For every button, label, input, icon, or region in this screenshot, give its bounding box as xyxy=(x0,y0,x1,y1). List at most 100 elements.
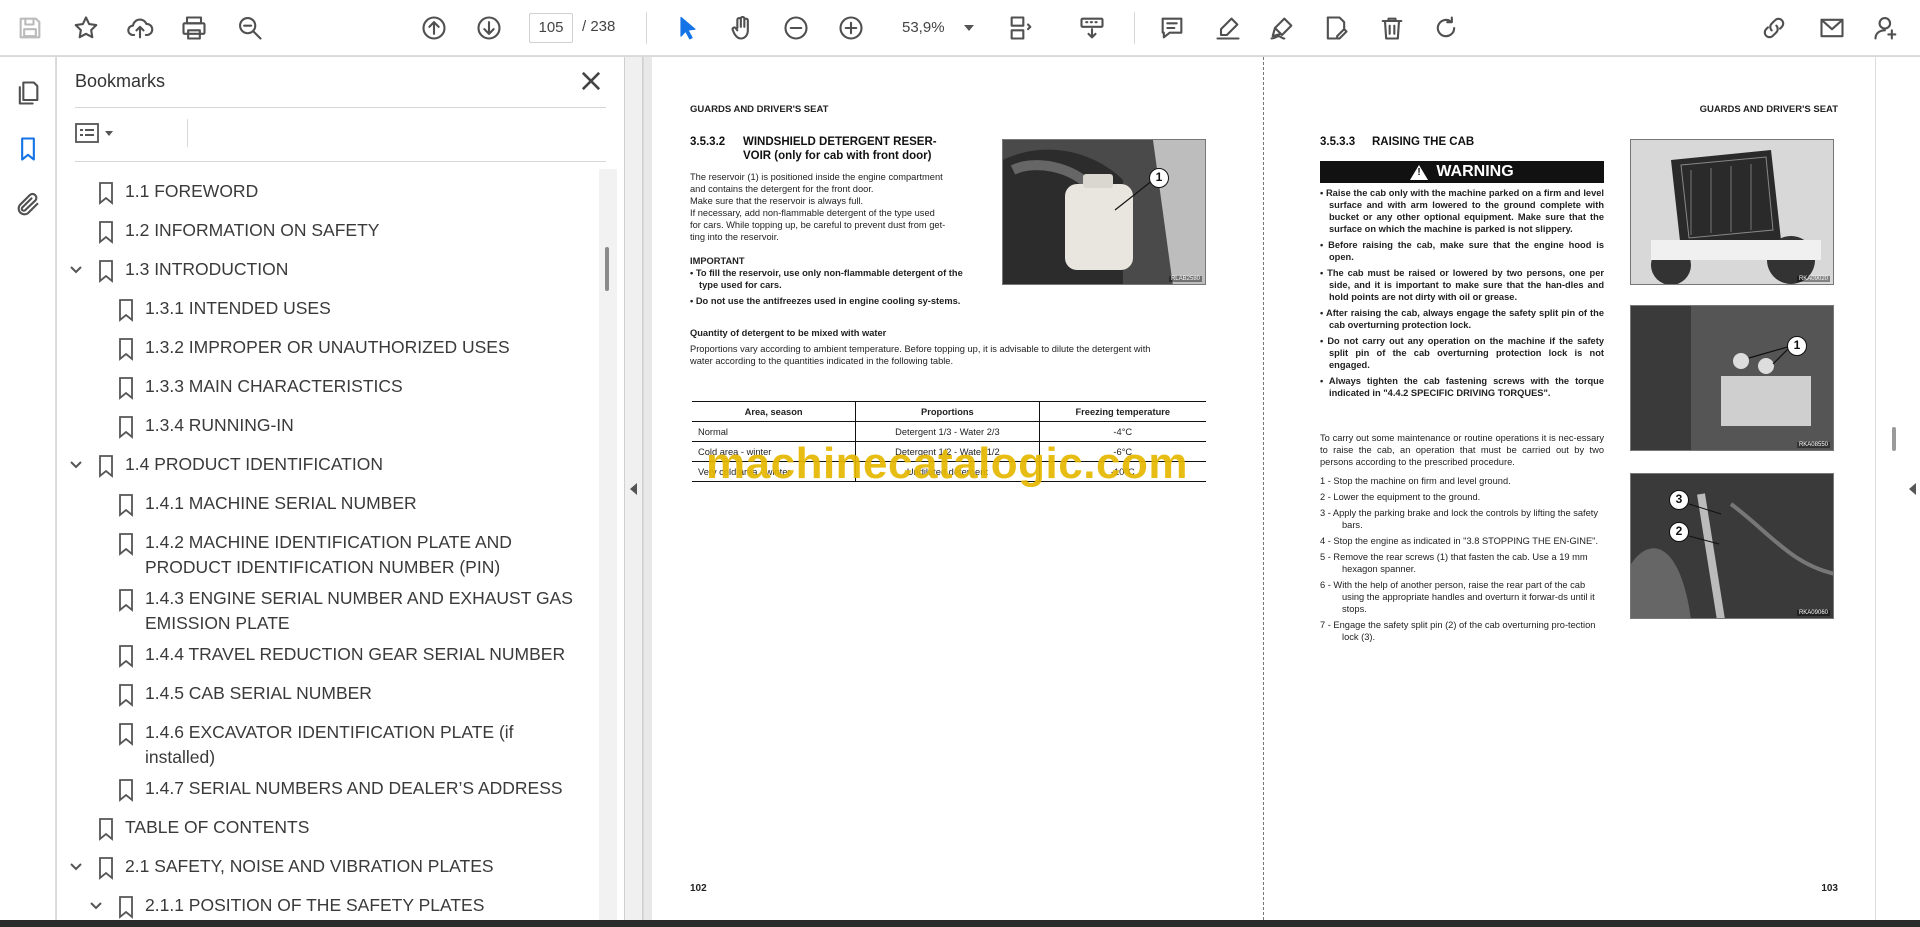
bookmark-item[interactable]: 1.3.4 RUNNING-IN xyxy=(57,413,597,443)
warning-bullet: • Always tighten the cab fastening screw… xyxy=(1320,375,1604,399)
bookmark-item[interactable]: TABLE OF CONTENTS xyxy=(57,815,597,845)
bookmark-label: 1.3.4 RUNNING-IN xyxy=(145,415,294,435)
star-icon[interactable] xyxy=(68,10,104,46)
section-title: RAISING THE CAB xyxy=(1372,136,1475,148)
quantity-paragraph: Proportions vary according to ambient te… xyxy=(690,343,1230,367)
panel-splitter[interactable] xyxy=(625,57,643,920)
procedure-step: 6 - With the help of another person, rai… xyxy=(1320,580,1595,614)
bookmark-item[interactable]: 1.4.2 MACHINE IDENTIFICATION PLATE AND P… xyxy=(57,530,597,586)
bookmark-label: 1.4.5 CAB SERIAL NUMBER xyxy=(145,683,372,703)
bookmark-item[interactable]: 1.4.6 EXCAVATOR IDENTIFICATION PLATE (if… xyxy=(57,720,597,776)
zoom-level-value: 53,9% xyxy=(902,19,945,36)
bookmark-item[interactable]: 1.4 PRODUCT IDENTIFICATION xyxy=(57,452,597,482)
navigation-rail xyxy=(0,57,56,920)
highlight-pen-icon[interactable] xyxy=(1210,10,1246,46)
print-icon[interactable] xyxy=(176,10,212,46)
bookmark-scrollbar[interactable] xyxy=(599,169,617,920)
bookmark-item[interactable]: 1.3 INTRODUCTION xyxy=(57,257,597,287)
bookmark-options-button[interactable] xyxy=(75,117,123,149)
select-cursor-icon[interactable] xyxy=(670,10,706,46)
warning-text: After raising the cab, always engage the… xyxy=(1325,308,1605,330)
bookmarks-panel: Bookmarks 1.1 FOREWORD 1.2 INFORMATION ON… xyxy=(57,57,625,920)
bookmark-item[interactable]: 1.3.1 INTENDED USES xyxy=(57,296,597,326)
section-title-line: WINDSHIELD DETERGENT RESER- xyxy=(743,136,937,148)
bookmark-label: 1.3.3 MAIN CHARACTERISTICS xyxy=(145,376,403,396)
callout-marker: 3 xyxy=(1669,490,1689,510)
bookmark-icon xyxy=(117,644,135,668)
rotate-icon[interactable] xyxy=(1428,10,1464,46)
zoom-search-icon[interactable] xyxy=(232,10,268,46)
next-page-icon[interactable] xyxy=(471,10,507,46)
zoom-level-dropdown[interactable]: 53,9% xyxy=(882,13,982,43)
reservoir-photo: 1 RLAB2580 xyxy=(1002,139,1206,285)
bookmark-item[interactable]: 1.4.4 TRAVEL REDUCTION GEAR SERIAL NUMBE… xyxy=(57,642,597,672)
bookmark-label: 1.4 PRODUCT IDENTIFICATION xyxy=(125,454,383,474)
sign-pen-icon[interactable] xyxy=(1264,10,1300,46)
bookmark-icon xyxy=(97,454,115,478)
warning-list: • Raise the cab only with the machine pa… xyxy=(1320,187,1604,403)
bookmark-item[interactable]: 2.1 SAFETY, NOISE AND VIBRATION PLATES xyxy=(57,854,597,884)
bookmark-label: 1.3 INTRODUCTION xyxy=(125,259,289,279)
chevron-down-icon[interactable] xyxy=(69,263,83,277)
page-number-input[interactable]: 105 xyxy=(529,13,573,43)
hand-tool-icon[interactable] xyxy=(724,10,760,46)
bookmark-item[interactable]: 1.3.3 MAIN CHARACTERISTICS xyxy=(57,374,597,404)
bookmark-item[interactable]: 1.2 INFORMATION ON SAFETY xyxy=(57,218,597,248)
attachments-paperclip-icon[interactable] xyxy=(10,187,46,223)
share-link-icon[interactable] xyxy=(1756,10,1792,46)
bookmark-icon xyxy=(97,856,115,880)
bookmark-icon xyxy=(117,337,135,361)
bookmark-label: 1.4.3 ENGINE SERIAL NUMBER AND EXHAUST G… xyxy=(145,588,573,633)
bookmark-icon xyxy=(117,532,135,556)
bookmark-item[interactable]: 1.3.2 IMPROPER OR UNAUTHORIZED USES xyxy=(57,335,597,365)
page-thumbnails-icon[interactable] xyxy=(10,75,46,111)
email-icon[interactable] xyxy=(1814,10,1850,46)
zoom-in-icon[interactable] xyxy=(833,10,869,46)
warning-label: WARNING xyxy=(1436,163,1514,180)
zoom-out-icon[interactable] xyxy=(778,10,814,46)
procedure-step: 1 - Stop the machine on firm and level g… xyxy=(1320,476,1511,486)
edit-pdf-icon[interactable] xyxy=(1318,10,1354,46)
collapse-panel-arrow-icon[interactable] xyxy=(630,483,637,495)
bookmarks-icon[interactable] xyxy=(10,131,46,167)
previous-page-icon[interactable] xyxy=(416,10,452,46)
bookmark-item[interactable]: 1.4.1 MACHINE SERIAL NUMBER xyxy=(57,491,597,521)
bookmark-item[interactable]: 2.1.1 POSITION OF THE SAFETY PLATES xyxy=(57,893,597,920)
text-line: The reservoir (1) is positioned inside t… xyxy=(690,172,943,182)
bookmark-label: 1.2 INFORMATION ON SAFETY xyxy=(125,220,380,240)
user-account-icon[interactable] xyxy=(1868,10,1904,46)
toolbar-separator xyxy=(1134,12,1135,44)
bookmark-item[interactable]: 1.4.5 CAB SERIAL NUMBER xyxy=(57,681,597,711)
comment-icon[interactable] xyxy=(1154,10,1190,46)
bookmark-item[interactable]: 1.1 FOREWORD xyxy=(57,179,597,209)
section-title-line: VOIR (only for cab with front door) xyxy=(743,150,932,162)
close-icon[interactable] xyxy=(577,67,605,95)
save-icon[interactable] xyxy=(12,10,48,46)
chevron-down-icon[interactable] xyxy=(89,899,103,913)
bookmark-icon xyxy=(97,259,115,283)
scroll-thumb[interactable] xyxy=(605,247,609,291)
bookmark-item[interactable]: 1.4.7 SERIAL NUMBERS AND DEALER’S ADDRES… xyxy=(57,776,597,806)
document-view[interactable]: GUARDS AND DRIVER'S SEAT 3.5.3.2 WINDSHI… xyxy=(644,57,1876,920)
delete-trash-icon[interactable] xyxy=(1374,10,1410,46)
warning-text: The cab must be raised or lowered by two… xyxy=(1327,268,1604,302)
chevron-down-icon[interactable] xyxy=(69,860,83,874)
chevron-down-icon[interactable] xyxy=(69,458,83,472)
upload-cloud-icon[interactable] xyxy=(122,10,158,46)
cab-photo-2: 1 RKA08550 xyxy=(1630,305,1834,451)
bookmark-item[interactable]: 1.4.3 ENGINE SERIAL NUMBER AND EXHAUST G… xyxy=(57,586,597,642)
cab-steps-list: 1 - Stop the machine on firm and level g… xyxy=(1320,475,1604,647)
watermark-text: machinecatalogic.com xyxy=(706,439,1188,488)
scroll-thumb[interactable] xyxy=(1892,427,1896,451)
taskbar-strip xyxy=(0,920,1920,927)
cab-photo-3: 3 2 RKA09060 xyxy=(1630,473,1834,619)
callout-marker: 1 xyxy=(1787,336,1807,356)
bookmark-label: 1.3.1 INTENDED USES xyxy=(145,298,331,318)
scroll-mode-icon[interactable] xyxy=(1074,10,1110,46)
expand-right-panel-arrow-icon[interactable] xyxy=(1909,483,1916,495)
panel-divider xyxy=(75,161,606,162)
page-header: GUARDS AND DRIVER'S SEAT xyxy=(1699,104,1838,115)
main-toolbar: 105 / 238 53,9% xyxy=(0,0,1920,56)
page-layout-icon[interactable] xyxy=(1003,10,1039,46)
procedure-step: 2 - Lower the equipment to the ground. xyxy=(1320,492,1481,502)
